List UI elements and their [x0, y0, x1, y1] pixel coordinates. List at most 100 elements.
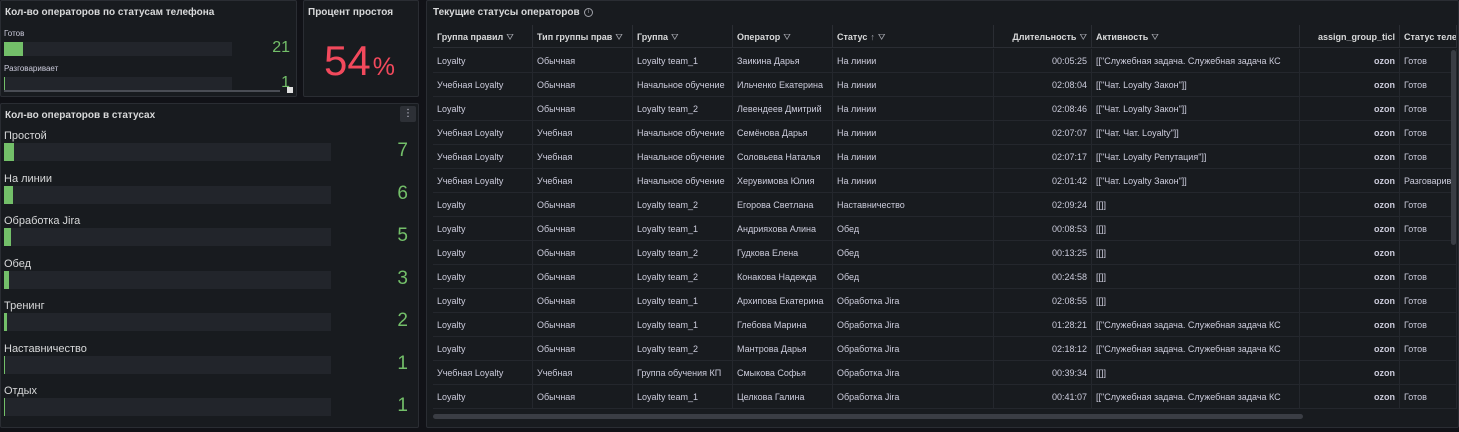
table-row[interactable]: Loyalty Обычная Loyalty team_1 Андрияхова А…: [433, 217, 1457, 241]
column-header-label: assign_group_ticl: [1317, 32, 1395, 42]
table-cell: [["Чат. Loyalty Репутация"]]: [1092, 145, 1300, 168]
sort-ascending-icon[interactable]: ↑: [870, 32, 875, 42]
horizontal-scrollbar[interactable]: [4, 90, 280, 92]
table-cell: Обычная: [533, 97, 633, 120]
panel-menu-icon[interactable]: ⋮: [400, 106, 416, 122]
table-cell: [[]]: [1092, 289, 1300, 312]
table-cell: Loyalty team_2: [633, 337, 733, 360]
table-row[interactable]: Учебная Loyalty Учебная Начальное обучение…: [433, 169, 1457, 193]
filter-icon[interactable]: ⛛: [506, 32, 514, 42]
table-cell: 00:24:58: [994, 265, 1092, 288]
column-header[interactable]: Статус теле: [1400, 25, 1457, 47]
column-header-label: Тип группы прав: [537, 32, 613, 42]
table-cell: ozon: [1300, 313, 1400, 336]
table-cell: Готов: [1400, 121, 1457, 144]
filter-icon[interactable]: ⛛: [1079, 32, 1087, 42]
bar-track: [4, 77, 232, 91]
row-value: 7: [397, 140, 408, 161]
status-row: Обед 3: [4, 258, 416, 300]
table-row[interactable]: Учебная Loyalty Обычная Начальное обучение…: [433, 73, 1457, 97]
bar-fill: [4, 143, 14, 161]
panel-title: Кол-во операторов по статусам телефона: [5, 7, 215, 18]
idle-percent-value: 54%: [324, 37, 395, 85]
column-header[interactable]: assign_group_ticl: [1300, 25, 1400, 47]
table-cell: [1400, 241, 1457, 264]
table-cell: Обычная: [533, 265, 633, 288]
column-header[interactable]: Активность ⛛: [1092, 25, 1300, 47]
filter-icon[interactable]: ⛛: [1151, 32, 1159, 42]
table-cell: Loyalty: [433, 49, 533, 72]
table-cell: ozon: [1300, 265, 1400, 288]
table-cell: Ильченко Екатерина: [733, 73, 833, 96]
info-icon[interactable]: i: [584, 8, 593, 17]
status-row: Наставничество 1: [4, 343, 416, 385]
bar-fill: [4, 185, 13, 204]
table-row[interactable]: Loyalty Обычная Loyalty team_2 Егорова Свет…: [433, 193, 1457, 217]
table-cell: Loyalty team_2: [633, 241, 733, 264]
table-cell: Loyalty: [433, 97, 533, 120]
table-cell: [["Чат. Loyalty Закон"]]: [1092, 97, 1300, 120]
column-header[interactable]: Группа ⛛: [633, 25, 733, 47]
table-row[interactable]: Loyalty Обычная Loyalty team_1 Целкова Гали…: [433, 385, 1457, 409]
vertical-scrollbar[interactable]: [1451, 50, 1456, 245]
table-cell: Обработка Jira: [833, 385, 994, 408]
filter-icon[interactable]: ⛛: [783, 32, 791, 42]
table-cell: ozon: [1300, 241, 1400, 264]
table-cell: Обычная: [533, 241, 633, 264]
table-cell: На линии: [833, 73, 994, 96]
row-value: 1: [397, 352, 408, 374]
bar-fill: [4, 398, 6, 416]
column-header[interactable]: Тип группы прав ⛛: [533, 25, 633, 47]
table-cell: Готов: [1400, 73, 1457, 96]
panel-title: Процент простоя: [308, 7, 394, 18]
table-cell: Готов: [1400, 385, 1457, 408]
panel-title: Текущие статусы операторов: [433, 7, 580, 18]
horizontal-scrollbar[interactable]: [433, 414, 1303, 419]
resize-handle[interactable]: [287, 87, 293, 93]
table-cell: Loyalty team_2: [633, 97, 733, 120]
table-row[interactable]: Loyalty Обычная Loyalty team_1 Заикина Дарь…: [433, 49, 1457, 73]
column-header[interactable]: Длительность ⛛: [994, 25, 1092, 47]
filter-icon[interactable]: ⛛: [878, 32, 886, 42]
table-row[interactable]: Loyalty Обычная Loyalty team_1 Глебова Мари…: [433, 313, 1457, 337]
panel-title: Кол-во операторов в статусах: [5, 110, 156, 121]
table-cell: Начальное обучение: [633, 145, 733, 168]
phone-status-row-talking: Разговаривает 1: [4, 64, 294, 91]
column-header[interactable]: Оператор ⛛: [733, 25, 833, 47]
table-cell: [[]]: [1092, 217, 1300, 240]
column-header[interactable]: Статус ↑ ⛛: [833, 25, 994, 47]
table-row[interactable]: Учебная Loyalty Учебная Начальное обучение…: [433, 121, 1457, 145]
table-cell: Обычная: [533, 385, 633, 408]
table-row[interactable]: Loyalty Обычная Loyalty team_2 Гудкова Елен…: [433, 241, 1457, 265]
filter-icon[interactable]: ⛛: [671, 32, 679, 42]
table-cell: [["Чат. Loyalty Закон"]]: [1092, 169, 1300, 192]
table-row[interactable]: Loyalty Обычная Loyalty team_2 Левендеев Дм…: [433, 97, 1457, 121]
table-cell: На линии: [833, 49, 994, 72]
table-cell: Наставничество: [833, 193, 994, 216]
table-cell: Смыкова Софья: [733, 361, 833, 384]
row-label: Готов: [4, 29, 25, 38]
table-row[interactable]: Учебная Loyalty Учебная Группа обучения КП…: [433, 361, 1457, 385]
bar-track: [4, 313, 331, 331]
table-cell: Андрияхова Алина: [733, 217, 833, 240]
table-cell: Готов: [1400, 265, 1457, 288]
table-cell: Учебная Loyalty: [433, 73, 533, 96]
table-row[interactable]: Loyalty Обычная Loyalty team_2 Конакова Над…: [433, 265, 1457, 289]
table-cell: Левендеев Дмитрий: [733, 97, 833, 120]
table-cell: Loyalty: [433, 289, 533, 312]
table-cell: Глебова Марина: [733, 313, 833, 336]
stat-unit: %: [372, 53, 395, 81]
table-cell: [[]]: [1092, 361, 1300, 384]
table-row[interactable]: Loyalty Обычная Loyalty team_1 Архипова Ека…: [433, 289, 1457, 313]
table-row[interactable]: Loyalty Обычная Loyalty team_2 Мантрова Дар…: [433, 337, 1457, 361]
bar-track: [4, 270, 331, 289]
filter-icon[interactable]: ⛛: [615, 32, 623, 42]
table-cell: Соловьева Наталья: [733, 145, 833, 168]
column-header[interactable]: Группа правил ⛛: [433, 25, 533, 47]
table-cell: [[]]: [1092, 265, 1300, 288]
table-cell: Loyalty team_2: [633, 193, 733, 216]
status-row: Тренинг 2: [4, 300, 416, 342]
table-row[interactable]: Учебная Loyalty Учебная Начальное обучение…: [433, 145, 1457, 169]
table-cell: Мантрова Дарья: [733, 337, 833, 360]
table-cell: ozon: [1300, 73, 1400, 96]
